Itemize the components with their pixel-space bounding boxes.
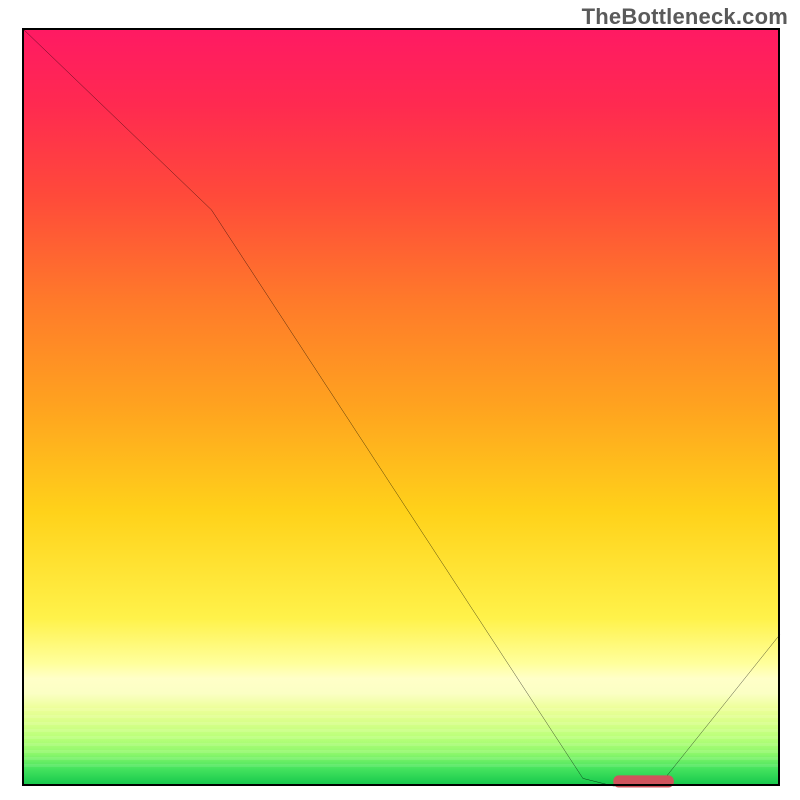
bottleneck-curve-path [22,28,780,786]
optimal-zone-marker [613,775,674,787]
chart-container: TheBottleneck.com [0,0,800,800]
plot-area [22,28,780,786]
watermark-text: TheBottleneck.com [582,4,788,30]
bottleneck-curve-svg [22,28,780,786]
